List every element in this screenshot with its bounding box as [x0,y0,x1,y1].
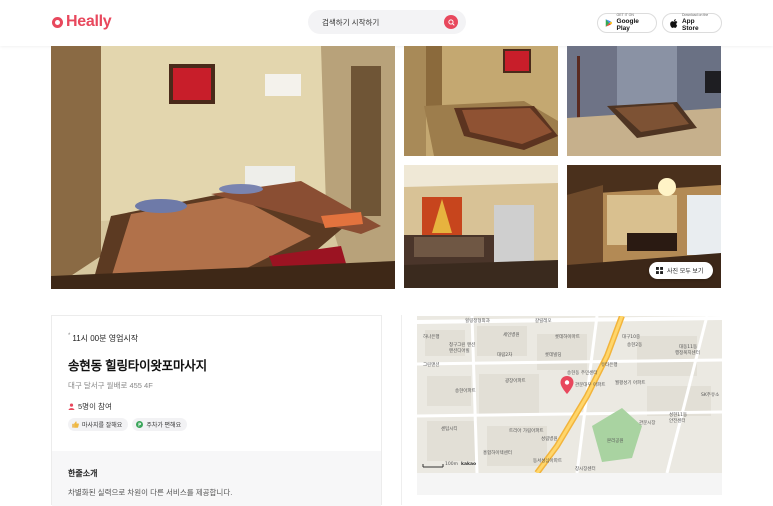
map-label: 맨션디어빌 [449,349,470,354]
gallery-photo-2[interactable] [404,46,558,156]
google-play-icon [605,19,613,27]
shop-info-card: * 11시 00분 영업시작 송현동 힐링타이왓포마사지 대구 달서구 월배로 4… [51,315,382,506]
intro-text: 차별화된 실력으로 차원이 다른 서비스를 제공합니다. [68,488,233,497]
search-icon [447,18,455,26]
map-label: 동서성심아파트 [533,459,562,464]
logo[interactable]: Heally [52,13,112,31]
map-label: 힐링정형외과 [465,319,490,324]
map-label: 광장아파트 [505,379,526,384]
view-all-label: 사진 모두 보기 [667,269,704,275]
map-label: 트리아 가림아파트 [509,429,544,434]
map-label: 대구10중 [622,335,641,340]
intro-title: 한줄소개 [68,469,98,478]
map-label: 송현아파트 [455,389,476,394]
map-footer [417,473,722,495]
gallery-photo-4[interactable] [404,165,558,288]
review-tag-label: 주차가 편해요 [146,423,182,429]
map-label: 홍합하이텍센터 [483,451,512,456]
review-tag[interactable]: 마사지를 잘해요 [68,418,129,431]
map-label: 센텀시티 [441,427,458,432]
person-icon [68,403,75,410]
map-label: 갈릴레오 [535,319,552,324]
room-photo-3 [567,46,721,156]
map-label: 관문시장 [639,421,656,426]
map-scale-label: 100m [445,462,458,467]
review-tag-label: 마사지를 잘해요 [82,423,123,429]
parking-icon [136,421,144,428]
map-label: SK주유소 [701,393,720,398]
open-time-text: 11시 00분 영업시작 [72,334,139,343]
top-header: Heally GET IT ON Google Play Download on… [0,0,773,46]
room-illustration [51,46,395,289]
review-tags: 마사지를 잘해요 주차가 편해요 [68,418,188,431]
app-store-button[interactable]: Download on the App Store [662,13,722,33]
google-play-label: Google Play [616,17,639,32]
map-label: 창시장센터 [575,467,596,472]
map-label: 롯데하이마트 [555,335,580,340]
map-label: 관문대우 아파트 [575,383,606,388]
map-label: 월평성기 아파트 [615,381,646,386]
search-bar[interactable] [308,10,466,34]
search-button[interactable] [444,15,458,29]
map-label: 세인병원 [503,333,520,338]
shop-address: 대구 달서구 월배로 455 4F [68,381,153,390]
logo-icon [52,16,63,28]
open-time: * 11시 00분 영업시작 [68,333,138,344]
grid-icon [656,267,663,274]
participants-text: 5명이 참여 [78,402,112,411]
room-photo-4 [404,165,558,288]
view-all-photos-button[interactable]: 사진 모두 보기 [649,262,713,279]
google-play-button[interactable]: GET IT ON Google Play [597,13,657,33]
map-label: 롯데빌딩 [545,353,562,358]
map-label: 그린맨션 [423,363,440,368]
search-input[interactable] [322,17,442,27]
map-label: 유타은행 [601,363,618,368]
gallery-photo-3[interactable] [567,46,721,156]
review-tag[interactable]: 주차가 편해요 [132,418,188,431]
bullet-icon: * [68,333,71,339]
map-label: 송현2동 [627,343,643,348]
apple-icon [670,18,678,28]
location-map[interactable]: 힐링정형외과 갈릴레오 하나은행 세인병원 롯데하이마트 대구10중 청구그린 … [417,316,722,473]
thumbs-up-icon [72,421,79,428]
map-label: 행정복지센터 [675,351,700,356]
map-label: 대림2차 [497,353,513,358]
map-label: 안전센터 [669,419,686,424]
logo-text: Heally [66,13,112,30]
shop-name: 송현동 힐링타이왓포마사지 [68,359,207,373]
map-provider-logo: kakao [461,462,477,467]
map-label: 송현동 주민센터 [567,371,598,376]
app-store-label: App Store [681,17,699,32]
map-label: 본리공원 [607,439,624,444]
main-photo[interactable] [51,46,395,289]
participants: 5명이 참여 [68,401,112,412]
map-label: 성림병원 [541,437,558,442]
map-label: 하나은행 [423,335,440,340]
room-photo-2 [404,46,558,156]
